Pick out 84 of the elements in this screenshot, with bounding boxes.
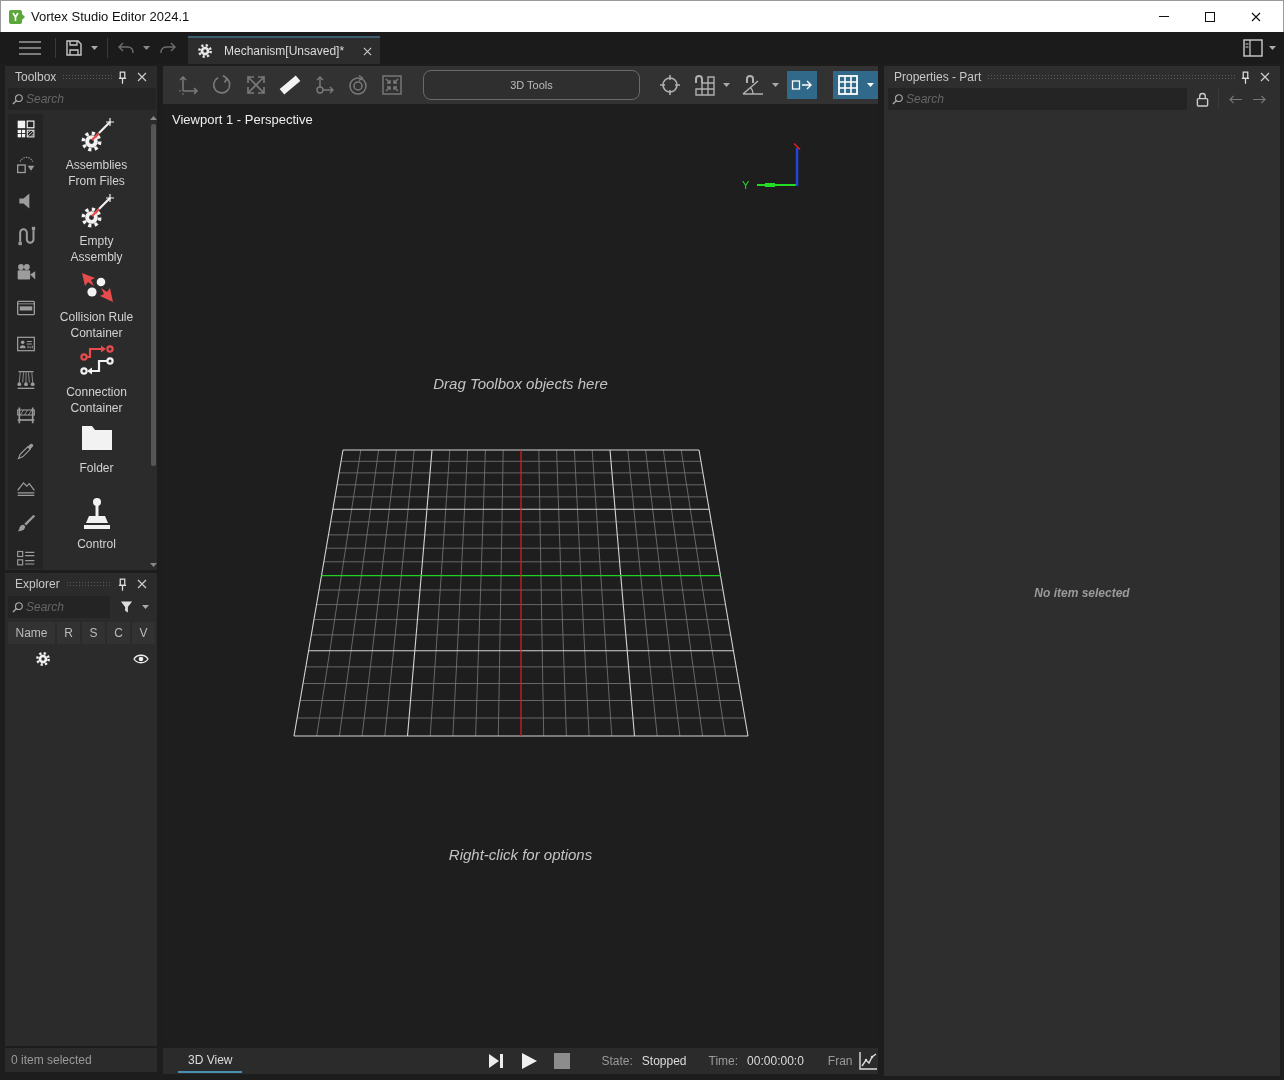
viewport-title: Viewport 1 - Perspective <box>171 111 314 128</box>
caret-icon[interactable] <box>867 83 874 87</box>
toolbox-item[interactable]: Empty Assembly <box>56 189 137 266</box>
lock-icon[interactable] <box>1196 91 1209 107</box>
column-header[interactable]: S <box>82 622 105 644</box>
magnet-angle-icon[interactable] <box>742 74 764 96</box>
stop-icon[interactable] <box>554 1053 571 1069</box>
eye-icon[interactable] <box>133 654 149 664</box>
pin-icon[interactable] <box>118 577 127 591</box>
status-text: 0 item selected <box>11 1052 92 1069</box>
document-tab[interactable]: Mechanism[Unsaved]* <box>188 36 380 64</box>
dropper-icon[interactable] <box>15 441 36 462</box>
time-label: Time: <box>708 1053 739 1070</box>
save-button[interactable] <box>66 40 98 56</box>
panel-title: Toolbox <box>15 69 57 86</box>
window-title: Vortex Studio Editor 2024.1 <box>31 7 190 26</box>
toolbox-item[interactable]: Folder <box>78 417 115 494</box>
app-logo-icon <box>9 8 25 25</box>
pendulum-icon[interactable] <box>15 369 36 390</box>
shape-arrow-icon[interactable] <box>15 154 36 175</box>
drop-hint: Drag Toolbox objects here <box>433 374 608 394</box>
gear-icon <box>36 652 50 666</box>
search-field[interactable]: Search <box>8 596 110 618</box>
magnet-grid-icon[interactable] <box>693 74 715 96</box>
state-label: State: <box>601 1053 633 1070</box>
search-field[interactable]: Search <box>8 88 156 110</box>
context-hint: Right-click for options <box>448 845 593 865</box>
filter-icon[interactable] <box>120 600 133 614</box>
undo-button[interactable] <box>118 42 150 54</box>
time-value: 00:00:00:0 <box>747 1053 804 1070</box>
shapes-grid-icon[interactable] <box>15 119 36 139</box>
caret-icon[interactable] <box>143 46 150 50</box>
toolbox-item[interactable]: Connection Container <box>56 341 137 418</box>
play-icon[interactable] <box>521 1053 538 1069</box>
panel-title: Explorer <box>15 576 60 593</box>
gear-icon <box>198 44 212 58</box>
frame-label: Fran <box>827 1053 853 1070</box>
panel-icon[interactable] <box>15 298 36 318</box>
column-header[interactable]: V <box>132 622 155 644</box>
panel-title: Properties - Part <box>894 69 982 86</box>
search-icon <box>892 93 903 105</box>
axis-label: Y <box>742 179 750 191</box>
toolbox-item[interactable]: Collision Rule Container <box>56 265 137 342</box>
tools-menu-button[interactable]: 3D Tools <box>423 70 640 100</box>
view-tab[interactable]: 3D View <box>178 1049 243 1073</box>
panel-layout-icon[interactable] <box>1243 39 1263 57</box>
pin-icon[interactable] <box>1241 70 1250 84</box>
close-icon[interactable] <box>1251 11 1261 22</box>
column-header[interactable]: C <box>107 622 130 644</box>
brush-icon[interactable] <box>15 512 36 533</box>
right-arrow-icon[interactable] <box>1252 93 1267 105</box>
column-header[interactable]: Name <box>8 622 55 644</box>
scrollbar-thumb[interactable] <box>150 124 156 466</box>
redo-arrow-icon[interactable] <box>160 42 176 54</box>
toolbox-item[interactable]: Control <box>77 493 116 569</box>
video-camera-icon[interactable] <box>15 262 36 283</box>
caret-icon[interactable] <box>1269 46 1276 50</box>
toolbox-item[interactable]: Assemblies From Files <box>56 114 137 190</box>
barrier-icon[interactable] <box>15 405 36 426</box>
state-value: Stopped <box>641 1053 687 1070</box>
toggle-button[interactable] <box>833 71 878 99</box>
maximize-icon[interactable] <box>1205 11 1215 22</box>
caret-icon[interactable] <box>723 83 730 87</box>
search-icon <box>12 93 23 105</box>
search-field[interactable]: Search <box>888 88 1187 110</box>
scroll-up-icon[interactable] <box>149 116 157 120</box>
left-arrow-icon[interactable] <box>1228 93 1243 105</box>
caret-icon[interactable] <box>772 83 779 87</box>
menu-icon[interactable] <box>19 41 41 55</box>
scroll-down-icon[interactable] <box>149 563 157 567</box>
empty-message: No item selected <box>1034 585 1130 602</box>
grid-icon[interactable] <box>837 74 859 96</box>
column-header[interactable]: R <box>57 622 80 644</box>
caret-icon[interactable] <box>142 605 149 609</box>
caret-icon[interactable] <box>91 46 98 50</box>
chart-icon[interactable] <box>858 1051 878 1071</box>
undo-arrow-icon[interactable] <box>118 42 134 54</box>
layout-button[interactable] <box>1243 39 1276 57</box>
search-icon <box>12 601 23 613</box>
floppy-disk-icon[interactable] <box>66 40 82 56</box>
pin-icon[interactable] <box>118 70 127 84</box>
filter-button[interactable] <box>120 600 149 614</box>
step-forward-icon[interactable] <box>488 1053 505 1069</box>
axis-triad-drawing <box>756 142 801 187</box>
